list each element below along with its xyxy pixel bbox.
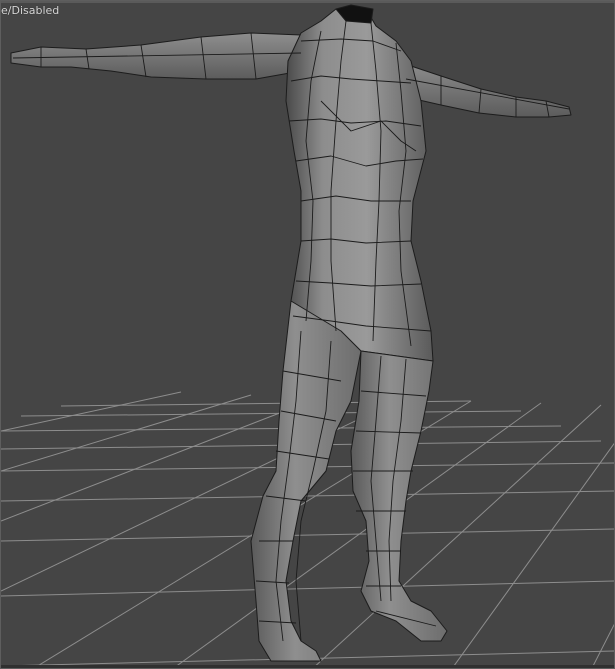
left-arm: [10, 32, 302, 80]
viewport-bottom-strip: [1, 665, 614, 668]
right-leg: [350, 350, 448, 642]
torso: [285, 8, 434, 362]
character-mesh: [10, 4, 572, 662]
perspective-viewport[interactable]: e/Disabled: [0, 0, 615, 669]
viewport-label[interactable]: e/Disabled: [1, 4, 59, 17]
left-leg: [250, 300, 362, 662]
scene-canvas[interactable]: [1, 1, 615, 669]
